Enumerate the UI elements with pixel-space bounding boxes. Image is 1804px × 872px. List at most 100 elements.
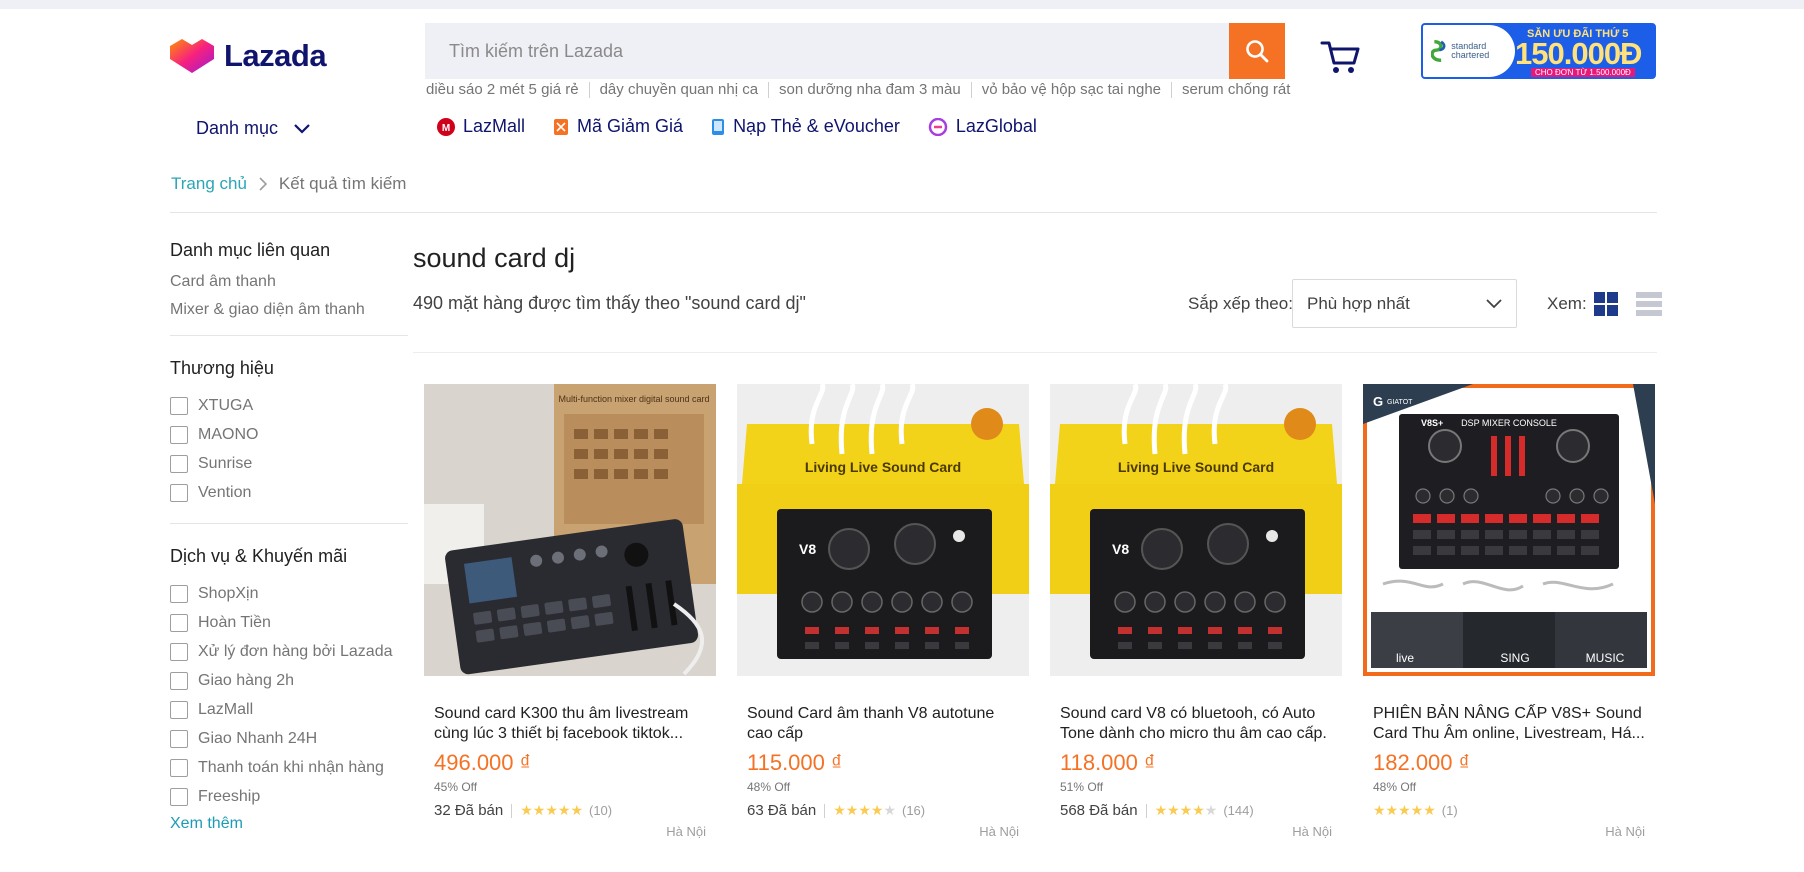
product-meta: 32 Đã bán ★★★★★ (10) [434, 802, 612, 819]
product-image[interactable]: Living Live Sound Card V8 [737, 384, 1029, 676]
product-image[interactable]: Multi-function mixer digital sound card [424, 384, 716, 676]
service-option[interactable]: Xử lý đơn hàng bởi Lazada [170, 637, 408, 666]
result-count: 490 mặt hàng được tìm thấy theo "sound c… [413, 293, 806, 313]
separator [1145, 803, 1147, 818]
product-name[interactable]: PHIÊN BẢN NÂNG CẤP V8S+ Sound Card Thu Â… [1373, 704, 1645, 744]
checkbox[interactable] [170, 454, 188, 473]
checkbox[interactable] [170, 787, 188, 806]
service-option[interactable]: Freeship [170, 782, 408, 811]
bank-name: standard chartered [1451, 41, 1490, 60]
bank-logo: standard chartered [1423, 25, 1515, 77]
related-category-link[interactable]: Mixer & giao diện âm thanh [170, 301, 408, 319]
checkbox[interactable] [170, 758, 188, 777]
tag-music: MUSIC [1586, 651, 1625, 665]
keyword-link[interactable]: dây chuyền quan nhị ca [588, 82, 768, 98]
service-label: Giao hàng 2h [198, 671, 295, 689]
product-card[interactable]: G GIATOT V8S+ DSP MIXER CONSOLE live SIN… [1363, 384, 1655, 844]
checkbox[interactable] [170, 642, 188, 661]
nav-voucher[interactable]: Mã Giảm Giá [553, 116, 683, 137]
promo-condition: CHO ĐƠN TỪ 1.500.000Đ [1531, 68, 1635, 77]
list-view-button[interactable] [1636, 292, 1662, 321]
product-location: Hà Nội [666, 824, 706, 839]
product-card[interactable]: Living Live Sound Card V8 Sound card V8 … [1050, 384, 1342, 844]
divider [170, 523, 408, 524]
brand-option[interactable]: MAONO [170, 420, 408, 449]
brand-option[interactable]: Sunrise [170, 449, 408, 478]
sound-card-photo: Living Live Sound Card V8 [737, 384, 1029, 676]
service-option[interactable]: Giao hàng 2h [170, 666, 408, 695]
keyword-link[interactable]: son dưỡng nha đam 3 màu [768, 82, 971, 98]
nav-label: LazMall [463, 116, 526, 136]
checkbox[interactable] [170, 613, 188, 632]
product-name[interactable]: Sound Card âm thanh V8 autotune cao cấp [747, 704, 1019, 744]
model-label: V8 [799, 541, 816, 557]
nav-label: Mã Giảm Giá [577, 116, 684, 136]
brand-option[interactable]: Vention [170, 478, 408, 507]
service-filter-title: Dịch vụ & Khuyến mãi [170, 546, 348, 566]
brand-label: Sunrise [198, 454, 253, 472]
product-price: 496.000 ₫ [434, 750, 531, 775]
breadcrumb: Trang chủ Kết quả tìm kiếm [171, 174, 406, 194]
console-caption: DSP MIXER CONSOLE [1461, 418, 1557, 428]
product-discount: 48% Off [1373, 780, 1417, 794]
related-category-link[interactable]: Card âm thanh [170, 273, 408, 291]
sort-select[interactable]: Phù hợp nhất [1292, 279, 1517, 328]
product-meta: 568 Đã bán ★★★★ ★ (144) [1060, 802, 1254, 819]
checkbox[interactable] [170, 700, 188, 719]
keyword-link[interactable]: vỏ bảo vệ hộp sạc tai nghe [970, 82, 1171, 98]
product-location: Hà Nội [1292, 824, 1332, 839]
product-image[interactable]: Living Live Sound Card V8 [1050, 384, 1342, 676]
cart-button[interactable] [1320, 38, 1362, 81]
nav-lazglobal[interactable]: LazGlobal [928, 116, 1037, 137]
promo-amount: 150.000Đ [1515, 36, 1642, 71]
category-menu[interactable]: Danh mục [196, 118, 310, 139]
service-option[interactable]: Giao Nhanh 24H [170, 724, 408, 753]
checkbox[interactable] [170, 483, 188, 502]
chevron-right-icon [259, 177, 267, 191]
nav-lazmall[interactable]: M LazMall [437, 116, 525, 137]
see-more-link[interactable]: Xem thêm [170, 815, 408, 833]
product-image[interactable]: G GIATOT V8S+ DSP MIXER CONSOLE live SIN… [1363, 384, 1655, 676]
product-price: 118.000 ₫ [1060, 750, 1156, 775]
product-meta: ★★★★★ (1) [1373, 802, 1458, 819]
search-bar [425, 23, 1285, 79]
service-option[interactable]: Hoàn Tiền [170, 608, 408, 637]
service-option[interactable]: ShopXịn [170, 579, 408, 608]
keyword-link[interactable]: diều sáo 2 mét 5 giá rẻ [426, 82, 589, 98]
checkbox[interactable] [170, 729, 188, 748]
product-card[interactable]: Multi-function mixer digital sound card [424, 384, 716, 844]
checkbox[interactable] [170, 396, 188, 415]
checkbox[interactable] [170, 671, 188, 690]
product-grid: Multi-function mixer digital sound card [424, 384, 1655, 844]
promo-banner[interactable]: standard chartered SĂN ƯU ĐÃI THỨ 5 150.… [1421, 23, 1656, 79]
brand-option[interactable]: XTUGA [170, 391, 408, 420]
search-button[interactable] [1229, 23, 1285, 79]
keyword-link[interactable]: serum chống rát [1171, 82, 1300, 98]
box-caption: Living Live Sound Card [805, 459, 961, 475]
search-input[interactable] [425, 23, 1229, 79]
view-label: Xem: [1547, 294, 1587, 313]
product-name[interactable]: Sound card K300 thu âm livestream cùng l… [434, 704, 706, 744]
brand-label: GIATOT [1387, 399, 1413, 406]
brand-filter-title: Thương hiệu [170, 358, 274, 378]
service-label: Thanh toán khi nhận hàng [198, 758, 384, 776]
product-name[interactable]: Sound card V8 có bluetooh, có Auto Tone … [1060, 704, 1332, 744]
lazmall-icon: M [437, 117, 455, 136]
grid-view-button[interactable] [1594, 292, 1618, 321]
checkbox[interactable] [170, 584, 188, 603]
service-label: Freeship [198, 787, 261, 805]
tag-sing: SING [1500, 651, 1529, 665]
product-card[interactable]: Living Live Sound Card V8 Sound Card âm … [737, 384, 1029, 844]
sold-count: 63 Đã bán [747, 802, 817, 819]
service-option[interactable]: Thanh toán khi nhận hàng [170, 753, 408, 782]
breadcrumb-home[interactable]: Trang chủ [171, 174, 247, 194]
model-label: V8S+ [1421, 418, 1443, 428]
lazada-logo[interactable]: Lazada [170, 38, 327, 74]
grid-view-icon [1594, 292, 1618, 316]
checkbox[interactable] [170, 425, 188, 444]
product-discount: 51% Off [1060, 780, 1104, 794]
service-option[interactable]: LazMall [170, 695, 408, 724]
nav-topup[interactable]: Nạp Thẻ & eVoucher [711, 116, 900, 137]
chevron-down-icon [1486, 298, 1502, 308]
sort-label: Sắp xếp theo: [1188, 294, 1293, 313]
